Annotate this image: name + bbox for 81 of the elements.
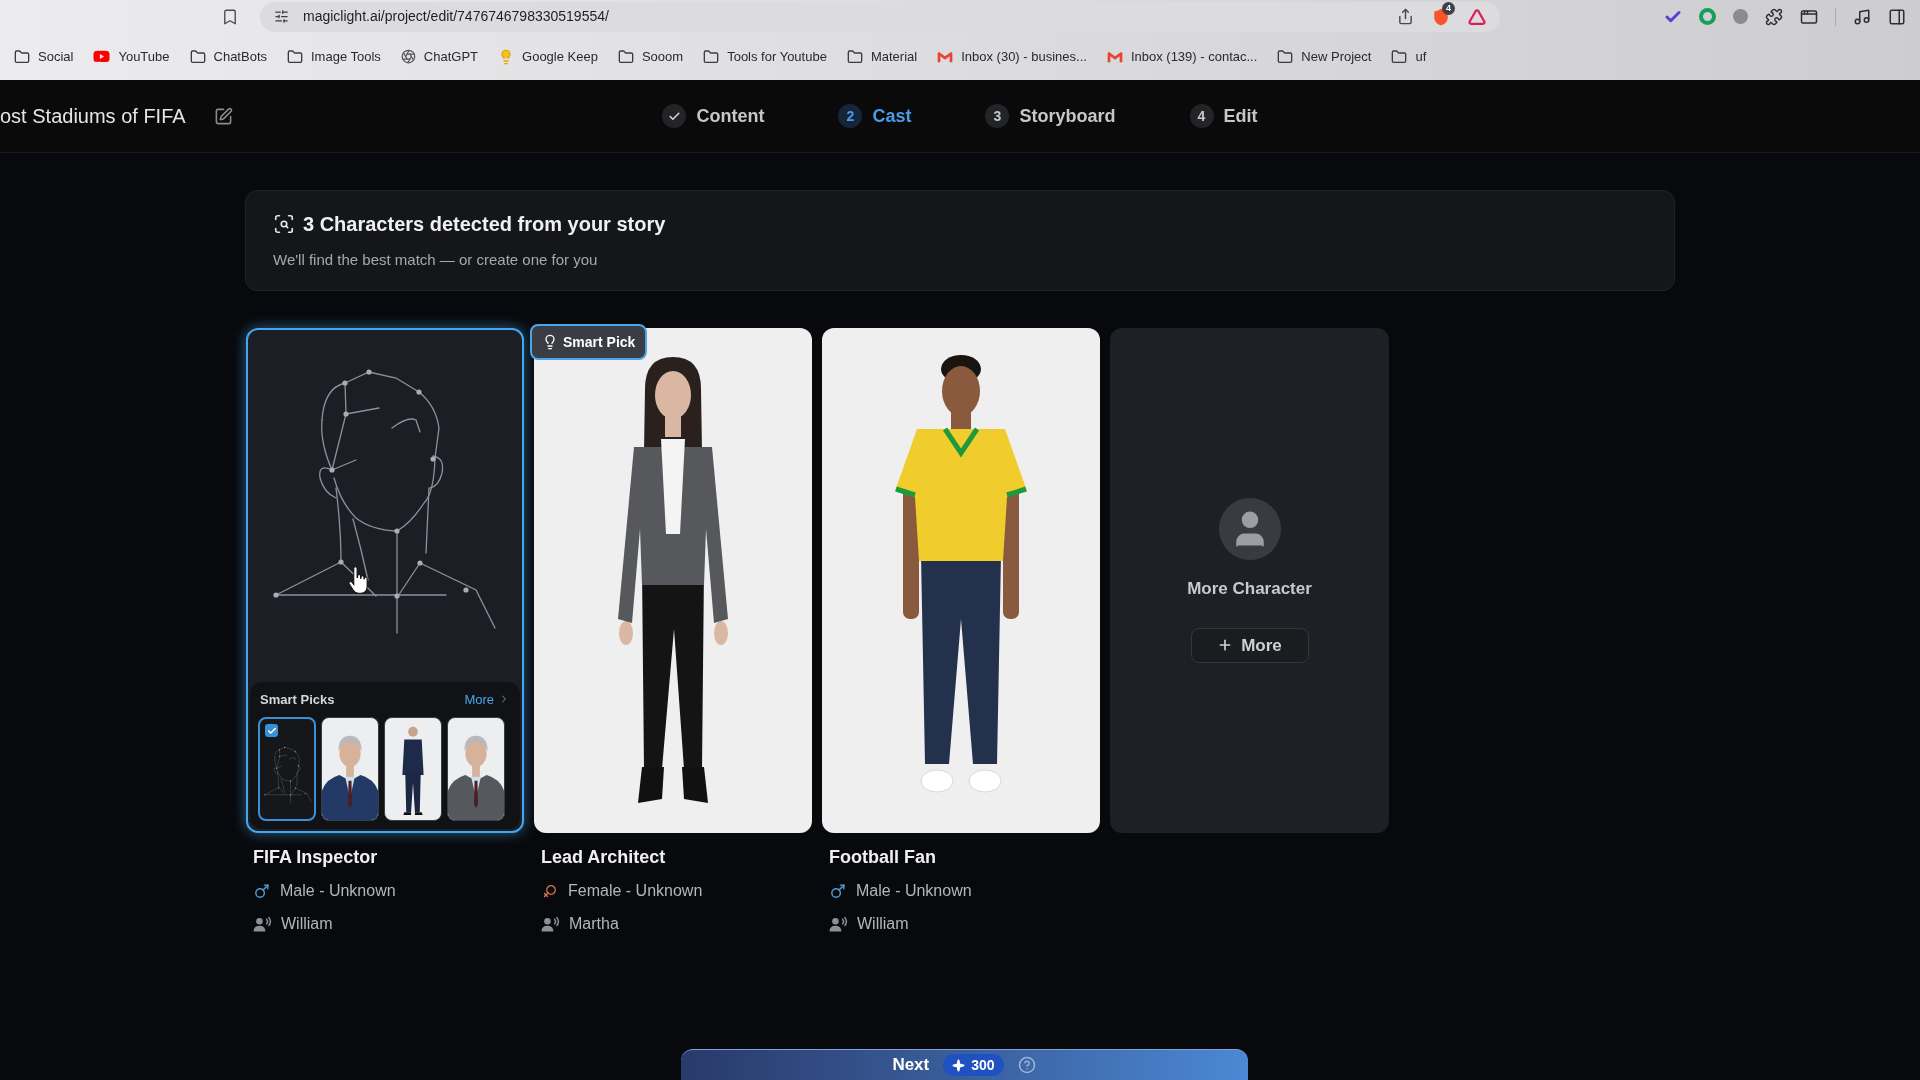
gender-text: Female - Unknown: [568, 881, 703, 901]
step-number: 2: [838, 104, 863, 128]
banner-subtitle: We'll find the best match — or create one for you: [273, 250, 599, 271]
speaking-person-icon: [541, 916, 560, 932]
sketch-thumbnail[interactable]: [258, 717, 316, 821]
photo-thumbnail[interactable]: [447, 717, 505, 821]
sidebar-icon[interactable]: [1888, 7, 1906, 26]
bookmark[interactable]: YouTube: [93, 46, 170, 67]
male-symbol-icon: [253, 882, 270, 900]
next-button[interactable]: Next 300: [680, 1049, 1248, 1080]
smart-picks-title: Smart Picks: [260, 690, 335, 709]
character-card[interactable]: Smart Picks More: [246, 328, 524, 833]
address-bar[interactable]: magiclight.ai/project/edit/7476746798330519554/ 4: [260, 1, 1500, 32]
bookmark[interactable]: Material: [846, 46, 918, 67]
gender-text: Male - Unknown: [280, 881, 396, 901]
step-tab[interactable]: 3 Storyboard: [985, 102, 1116, 130]
head-wireframe-drawing: [264, 745, 312, 805]
more-button[interactable]: More: [1190, 627, 1309, 663]
step-number: 4: [1189, 104, 1214, 128]
folder-icon: [846, 48, 863, 65]
folder-icon: [189, 48, 206, 65]
bookmark[interactable]: Social: [14, 46, 74, 67]
character-name: Lead Architect: [540, 846, 667, 868]
folder-icon: [14, 48, 30, 65]
help-icon[interactable]: [1017, 1056, 1036, 1074]
project-title: ost Stadiums of FIFA: [0, 104, 186, 129]
step-number: 3: [985, 104, 1010, 128]
more-character-label: More Character: [1187, 578, 1312, 601]
photo-thumbnail[interactable]: [384, 717, 442, 821]
bookmark[interactable]: Inbox (30) - busines...: [937, 46, 1087, 67]
edit-icon[interactable]: [213, 106, 233, 126]
aperture-icon: [400, 49, 416, 64]
sparkle-icon: [952, 1058, 966, 1072]
bookmark[interactable]: Inbox (139) - contac...: [1106, 46, 1258, 67]
bookmark[interactable]: Tools for Youtube: [703, 46, 827, 67]
voice-name: Martha: [569, 914, 619, 934]
url-text: magiclight.ai/project/edit/7476746798330519554/: [303, 7, 609, 26]
step-tab[interactable]: 2 Cast: [838, 102, 912, 130]
speaking-person-icon: [253, 916, 272, 932]
mail-icon: [1106, 50, 1123, 63]
bookmark[interactable]: uf: [1391, 46, 1427, 67]
bookmark-icon[interactable]: [221, 7, 239, 26]
share-icon[interactable]: [1397, 8, 1414, 25]
speaking-person-icon: [829, 916, 848, 932]
step-tab[interactable]: 4 Edit: [1189, 102, 1258, 130]
window-icon[interactable]: [1800, 7, 1818, 26]
notification-badge: 4: [1442, 1, 1455, 15]
folder-icon: [1277, 48, 1294, 65]
folder-icon: [287, 48, 303, 65]
triangle-icon[interactable]: [1468, 7, 1486, 26]
more-link[interactable]: More: [464, 689, 510, 709]
male-symbol-icon: [829, 882, 846, 900]
lightbulb-icon: [542, 334, 558, 350]
voice-name: William: [857, 914, 909, 934]
gender-text: Male - Unknown: [856, 881, 972, 901]
bookmark[interactable]: New Project: [1277, 46, 1372, 67]
character-name: Football Fan: [828, 846, 937, 868]
step-tab[interactable]: Content: [662, 102, 765, 130]
photo-thumbnail[interactable]: [321, 717, 379, 821]
scan-search-icon: [273, 213, 295, 236]
cost-text: 300: [971, 1055, 995, 1075]
character-name: FIFA Inspector: [252, 846, 379, 868]
puzzle-icon[interactable]: [1765, 7, 1783, 26]
voice-name: William: [281, 914, 333, 934]
bookmark[interactable]: Image Tools: [287, 46, 381, 67]
checkbox: [265, 724, 278, 737]
bookmark[interactable]: ChatBots: [189, 46, 267, 67]
music-note-icon[interactable]: [1853, 7, 1871, 26]
banner-title: 3 Characters detected from your story: [303, 212, 666, 238]
bookmark[interactable]: ChatGPT: [400, 46, 479, 67]
folder-icon: [617, 48, 634, 65]
folder-icon: [703, 48, 720, 65]
folder-icon: [1391, 48, 1408, 65]
play-button-icon: [93, 48, 111, 65]
sliders-icon[interactable]: [274, 9, 289, 24]
shield-icon[interactable]: [1432, 7, 1450, 26]
hand-cursor-icon: [348, 566, 368, 594]
bookmark[interactable]: Sooom: [617, 46, 684, 67]
mail-icon: [937, 50, 954, 63]
badge-text: Smart Pick: [563, 332, 636, 352]
bookmark[interactable]: Google Keep: [498, 46, 598, 67]
